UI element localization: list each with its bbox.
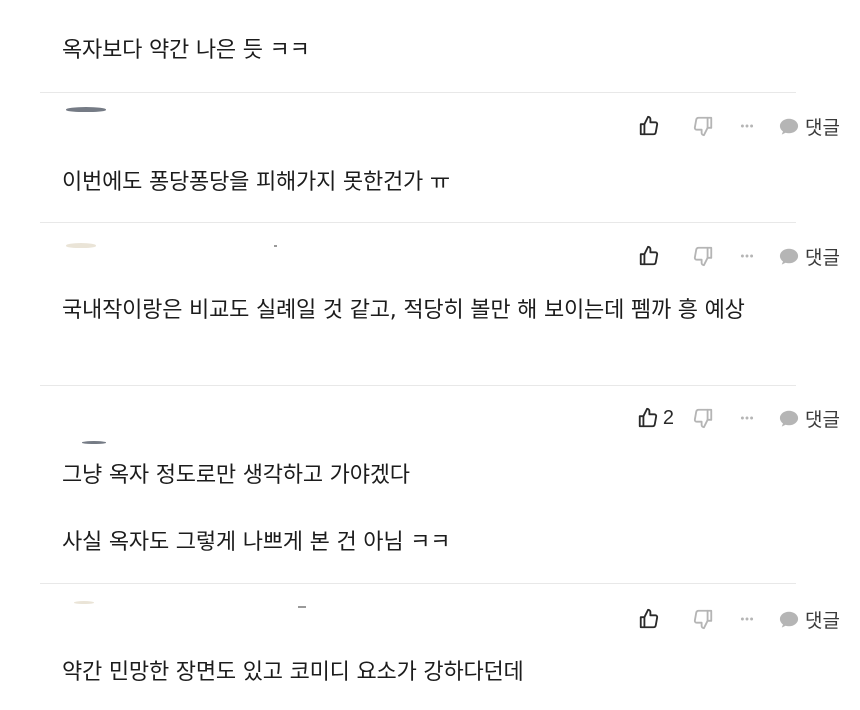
comment-feed: 옥자보다 약간 나은 듯 ㅋㅋ 댓글 이번에도 퐁당퐁당을 피해가지 못한건가 …: [0, 0, 860, 710]
comment-actions: 2 댓글: [637, 404, 840, 432]
more-button[interactable]: [736, 608, 758, 630]
author-name[interactable]: [298, 606, 306, 608]
avatar[interactable]: [82, 441, 106, 444]
like-button[interactable]: [637, 407, 659, 429]
thumbs-up-icon: [639, 245, 659, 266]
dislike-button[interactable]: [692, 245, 714, 267]
dislike-button[interactable]: [692, 115, 714, 137]
comment-text: 이번에도 퐁당퐁당을 피해가지 못한건가 ㅠ: [62, 170, 450, 195]
comment-actions: 댓글: [638, 605, 840, 633]
thumbs-down-icon: [693, 116, 713, 137]
comment-text: 약간 민망한 장면도 있고 코미디 요소가 강하다던데: [62, 660, 524, 685]
like-count: 2: [662, 406, 675, 429]
divider: [40, 385, 796, 386]
more-button[interactable]: [736, 245, 758, 267]
comment-text: 그냥 옥자 정도로만 생각하고 가야겠다: [62, 463, 410, 488]
like-button[interactable]: [638, 115, 660, 137]
divider: [40, 92, 796, 93]
avatar[interactable]: [66, 107, 106, 112]
avatar[interactable]: [66, 243, 96, 248]
reply-label: 댓글: [805, 609, 840, 632]
reply-label: 댓글: [805, 116, 840, 139]
speech-bubble-icon: [779, 248, 799, 265]
avatar[interactable]: [74, 601, 94, 604]
reply-button[interactable]: 댓글: [778, 113, 840, 140]
comment-actions: 댓글: [638, 112, 840, 140]
thumbs-up-icon: [638, 407, 658, 428]
comment-text: 옥자보다 약간 나은 듯 ㅋㅋ: [62, 38, 310, 63]
dislike-button[interactable]: [692, 608, 714, 630]
speech-bubble-icon: [779, 611, 799, 628]
speech-bubble-icon: [779, 118, 799, 135]
comment-text: 사실 옥자도 그렇게 나쁘게 본 건 아님 ㅋㅋ: [62, 530, 451, 555]
reply-button[interactable]: 댓글: [778, 405, 840, 432]
more-button[interactable]: [736, 115, 758, 137]
reply-button[interactable]: 댓글: [778, 606, 840, 633]
comment-text: 국내작이랑은 비교도 실례일 것 같고, 적당히 볼만 해 보이는데 펨까 흥 …: [62, 298, 745, 323]
speech-bubble-icon: [779, 410, 799, 427]
like-button[interactable]: [638, 608, 660, 630]
reply-label: 댓글: [805, 408, 840, 431]
like-button[interactable]: [638, 245, 660, 267]
comment-actions: 댓글: [638, 242, 840, 270]
author-name[interactable]: [274, 245, 277, 247]
reply-label: 댓글: [805, 246, 840, 269]
dislike-button[interactable]: [692, 407, 714, 429]
more-dots-icon: [740, 254, 754, 258]
thumbs-down-icon: [693, 609, 713, 630]
divider: [40, 222, 796, 223]
divider: [40, 583, 796, 584]
more-button[interactable]: [736, 407, 758, 429]
thumbs-up-icon: [639, 608, 659, 629]
more-dots-icon: [740, 416, 754, 420]
thumbs-down-icon: [693, 408, 713, 429]
thumbs-down-icon: [693, 246, 713, 267]
more-dots-icon: [740, 124, 754, 128]
reply-button[interactable]: 댓글: [778, 243, 840, 270]
more-dots-icon: [740, 617, 754, 621]
thumbs-up-icon: [639, 115, 659, 136]
